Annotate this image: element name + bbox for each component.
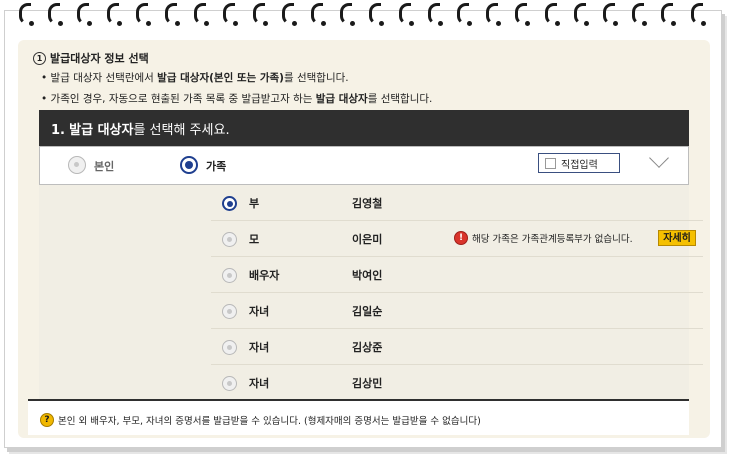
family-row-radio[interactable] <box>222 340 237 355</box>
bullet-text: 를 선택합니다. <box>283 72 349 84</box>
member-name: 박여인 <box>352 269 383 282</box>
relation-label: 부 <box>249 197 260 210</box>
ring-icon <box>486 3 502 26</box>
family-row-radio[interactable] <box>222 232 237 247</box>
relation-label: 자녀 <box>249 305 270 318</box>
instruction-bullet: • 가족인 경우, 자동으로 현출된 가족 목록 중 발급받고자 하는 발급 대… <box>41 91 432 106</box>
warning-text: 해당 가족은 가족관계등록부가 없습니다. <box>472 234 633 245</box>
family-row[interactable]: 자녀 김상준 <box>211 329 703 365</box>
relation-label: 배우자 <box>249 269 280 282</box>
bullet-bold-text: 발급 대상자(본인 또는 가족) <box>157 72 284 84</box>
direct-input-label: 직접입력 <box>561 159 598 171</box>
ring-icon <box>77 3 93 26</box>
panel-header-title: 1. 발급 대상자를 선택해 주세요. <box>51 119 230 138</box>
ring-icon <box>603 3 618 26</box>
family-radio[interactable] <box>180 156 198 174</box>
panel-number: 1. <box>51 123 65 138</box>
ring-icon <box>19 3 34 26</box>
panel-title-bold: 발급 대상자 <box>69 123 134 138</box>
ring-icon <box>194 3 210 26</box>
direct-input-button[interactable]: 직접입력 <box>538 153 620 173</box>
member-name: 김영철 <box>352 197 383 210</box>
family-row[interactable]: 자녀 김일순 <box>211 293 703 329</box>
step-title-text: 발급대상자 정보 선택 <box>50 52 149 65</box>
bullet-text: 를 선택합니다. <box>367 93 433 105</box>
family-label: 가족 <box>206 160 227 173</box>
ring-icon <box>398 3 414 26</box>
self-label: 본인 <box>94 160 115 173</box>
chevron-down-icon[interactable] <box>649 148 669 168</box>
footnote-text-wrap: ? 본인 외 배우자, 부모, 자녀의 증명서를 발급받을 수 있습니다. (형… <box>40 413 481 427</box>
ring-icon <box>573 3 589 26</box>
family-row[interactable]: 자녀 김상민 <box>211 365 703 400</box>
family-row[interactable]: 배우자 박여인 <box>211 257 703 293</box>
ring-icon <box>544 3 560 26</box>
family-list: 부 김영철 모 이은미 ! 해당 가족은 가족관계등록부가 없습니다. 자세히 … <box>39 185 703 399</box>
family-row[interactable]: 모 이은미 ! 해당 가족은 가족관계등록부가 없습니다. 자세히 <box>211 221 703 257</box>
self-radio[interactable] <box>68 156 86 174</box>
ring-icon <box>223 3 239 26</box>
relation-label: 모 <box>249 233 260 246</box>
question-icon: ? <box>40 413 54 427</box>
ring-icon <box>457 3 472 26</box>
detail-button[interactable]: 자세히 <box>658 230 696 246</box>
member-name: 김일순 <box>352 305 383 318</box>
bullet-bold-text: 발급 대상자 <box>315 93 368 105</box>
ring-icon <box>427 3 443 26</box>
ring-icon <box>165 3 180 26</box>
ring-icon <box>661 3 677 26</box>
binder-rings <box>0 0 733 32</box>
ring-icon <box>369 3 385 26</box>
ring-icon <box>135 3 151 26</box>
no-registry-warning: ! 해당 가족은 가족관계등록부가 없습니다. <box>454 231 633 245</box>
member-name: 김상준 <box>352 341 383 354</box>
relation-label: 자녀 <box>249 341 270 354</box>
ring-icon <box>281 3 297 26</box>
family-row-radio[interactable] <box>222 268 237 283</box>
ring-icon <box>48 3 64 26</box>
relation-label: 자녀 <box>249 377 270 390</box>
ring-icon <box>252 3 268 26</box>
ring-icon <box>632 3 648 26</box>
family-row-radio[interactable] <box>222 376 237 391</box>
ring-icon <box>515 3 531 26</box>
ring-icon <box>311 3 326 26</box>
direct-input-checkbox[interactable] <box>545 157 556 169</box>
family-row[interactable]: 부 김영철 <box>211 185 703 221</box>
warning-icon: ! <box>454 231 468 245</box>
bullet-text: • 발급 대상자 선택란에서 <box>41 72 158 84</box>
ring-icon <box>690 3 706 26</box>
family-row-radio[interactable] <box>222 196 237 211</box>
step-number: 1 <box>33 51 46 65</box>
target-selector: 본인 가족 직접입력 <box>39 146 689 185</box>
family-row-radio[interactable] <box>222 304 237 319</box>
member-name: 이은미 <box>352 233 383 246</box>
footnote-text: 본인 외 배우자, 부모, 자녀의 증명서를 발급받을 수 있습니다. (형제자… <box>58 416 481 427</box>
step-title: 1 발급대상자 정보 선택 <box>33 50 149 66</box>
panel-header: 1. 발급 대상자를 선택해 주세요. <box>39 110 689 146</box>
member-name: 김상민 <box>352 377 383 390</box>
instruction-bullet: • 발급 대상자 선택란에서 발급 대상자(본인 또는 가족)를 선택합니다. <box>41 70 349 85</box>
panel-title-rest: 를 선택해 주세요. <box>133 123 230 138</box>
ring-icon <box>340 3 356 26</box>
ring-icon <box>106 3 122 26</box>
footnote: ? 본인 외 배우자, 부모, 자녀의 증명서를 발급받을 수 있습니다. (형… <box>28 399 689 435</box>
bullet-text: • 가족인 경우, 자동으로 현출된 가족 목록 중 발급받고자 하는 <box>41 93 316 105</box>
